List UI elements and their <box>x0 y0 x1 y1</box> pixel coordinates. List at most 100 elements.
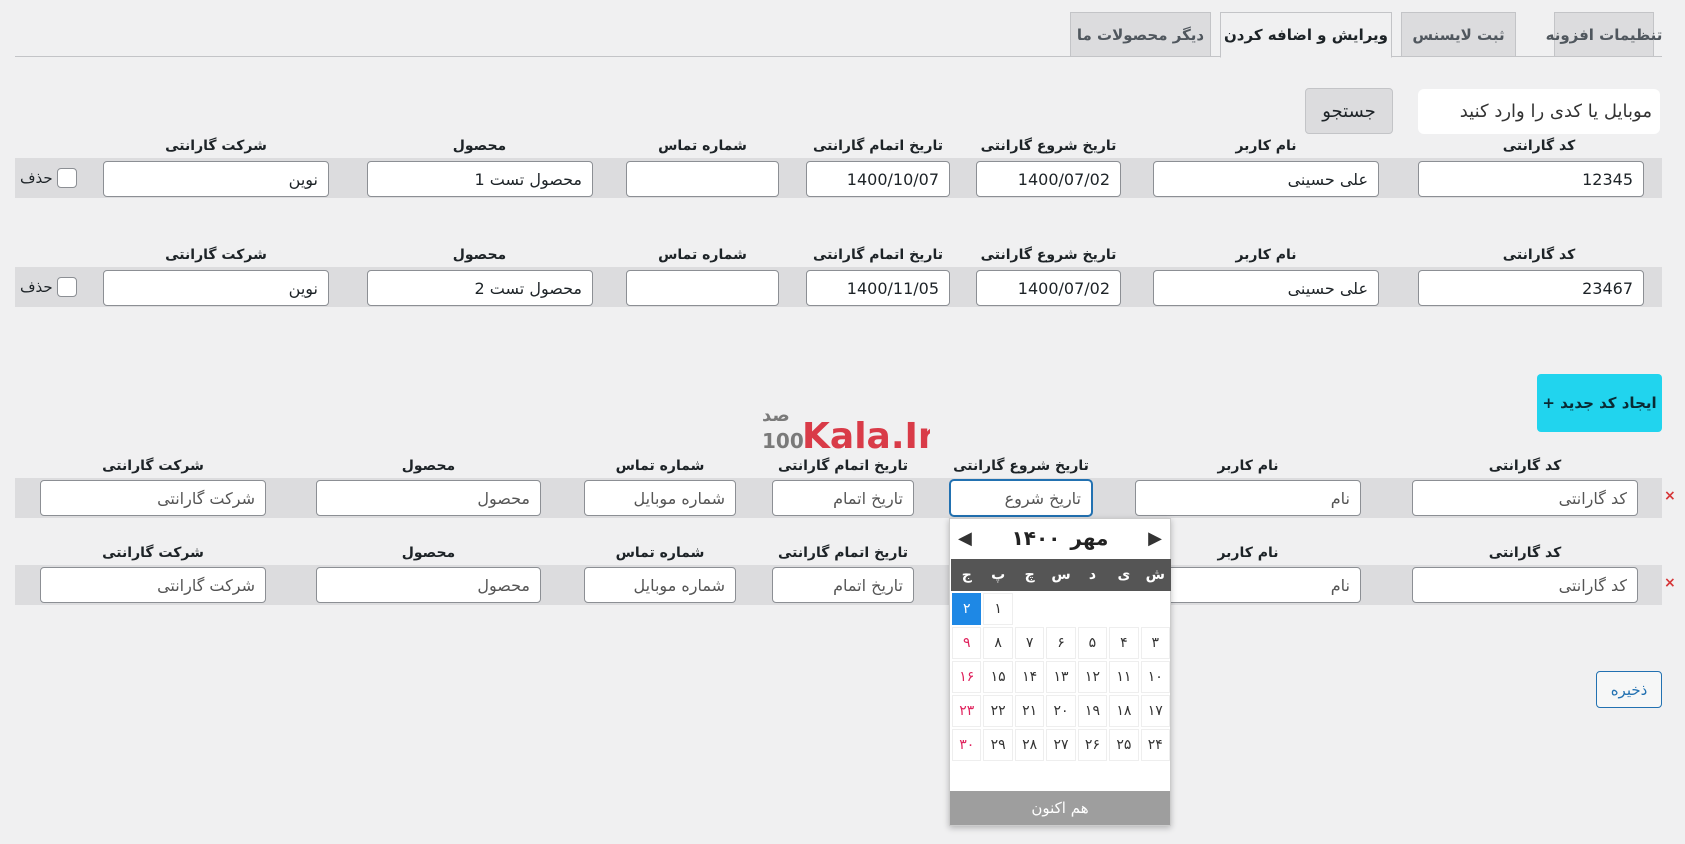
datepicker-year[interactable]: ۱۴۰۰ <box>1012 526 1061 550</box>
phone-field[interactable] <box>626 161 779 197</box>
product-field[interactable] <box>316 567 541 603</box>
end-date-field[interactable] <box>806 161 950 197</box>
day-cell[interactable]: ۸ <box>983 627 1013 659</box>
today-button[interactable]: هم اکنون <box>950 791 1170 825</box>
day-cell[interactable]: ۲۲ <box>983 695 1013 727</box>
end-date-field[interactable] <box>772 480 914 516</box>
day-cell[interactable]: ۱۱ <box>1109 661 1139 693</box>
search-input[interactable] <box>1418 89 1660 134</box>
tab-license[interactable]: ثبت لایسنس <box>1401 12 1516 57</box>
product-field[interactable] <box>367 270 593 306</box>
end-date-field[interactable] <box>772 567 914 603</box>
day-cell[interactable]: ۲۷ <box>1046 729 1076 761</box>
day-cell[interactable]: ۲۶ <box>1077 729 1108 761</box>
day-cell[interactable]: ۵ <box>1077 627 1108 659</box>
start-date-field[interactable] <box>976 161 1121 197</box>
start-date-field[interactable] <box>950 480 1092 516</box>
search-button[interactable]: جستجو <box>1305 88 1393 134</box>
day-cell[interactable]: ۱۹ <box>1077 695 1108 727</box>
day-cell[interactable]: ۳ <box>1140 627 1170 659</box>
header-phone: شماره تماس <box>615 545 705 561</box>
start-date-field[interactable] <box>976 270 1121 306</box>
weekday-label: پ <box>991 567 1006 583</box>
day-cell[interactable]: ۹ <box>952 627 982 659</box>
day-cell[interactable]: ۱۴ <box>1014 661 1045 693</box>
weekday-label: ج <box>961 567 972 583</box>
company-field[interactable] <box>40 480 266 516</box>
phone-field[interactable] <box>584 480 736 516</box>
header-product: محصول <box>401 545 456 561</box>
svg-text:صد: صد <box>762 405 790 426</box>
user-field[interactable] <box>1153 161 1379 197</box>
tab-edit-add[interactable]: ویرایش و اضافه کردن <box>1220 12 1392 58</box>
day-cell[interactable]: ۲۴ <box>1140 729 1170 761</box>
product-field[interactable] <box>316 480 541 516</box>
code-field[interactable] <box>1412 480 1638 516</box>
user-field[interactable] <box>1153 270 1379 306</box>
end-date-field[interactable] <box>806 270 950 306</box>
company-field[interactable] <box>40 567 266 603</box>
create-new-code-button[interactable]: ایجاد کد جدید + <box>1537 374 1662 432</box>
header-company: شرکت گارانتی <box>102 545 204 561</box>
company-field[interactable] <box>103 270 329 306</box>
logo-text: Kala.Ir <box>802 416 930 453</box>
header-phone: شماره تماس <box>658 138 747 154</box>
prev-month-icon[interactable]: ◀ <box>958 528 972 549</box>
day-cell[interactable]: ۱ <box>983 593 1013 625</box>
logo-prefix: 100 <box>762 429 804 453</box>
header-code: کد گارانتی <box>1502 138 1576 154</box>
remove-row-icon[interactable]: × <box>1664 575 1676 591</box>
header-user: نام کاربر <box>1235 247 1297 263</box>
day-cell[interactable]: ۱۲ <box>1077 661 1108 693</box>
remove-row-icon[interactable]: × <box>1664 488 1676 504</box>
day-cell[interactable]: ۱۵ <box>983 661 1013 693</box>
day-cell[interactable]: ۲۹ <box>983 729 1013 761</box>
empty-day-cell <box>1141 593 1170 625</box>
day-cell[interactable]: ۷ <box>1014 627 1045 659</box>
phone-field[interactable] <box>584 567 736 603</box>
next-month-icon[interactable]: ▶ <box>1148 528 1162 549</box>
empty-day-cell <box>1078 593 1107 625</box>
day-cell[interactable]: ۲۵ <box>1109 729 1139 761</box>
day-cell[interactable]: ۲۱ <box>1014 695 1045 727</box>
company-field[interactable] <box>103 161 329 197</box>
day-cell[interactable]: ۴ <box>1109 627 1139 659</box>
header-product: محصول <box>452 247 507 263</box>
delete-toggle[interactable]: حذف <box>20 277 77 297</box>
header-start: تاریخ شروع گارانتی <box>980 138 1117 154</box>
day-cell[interactable]: ۱۶ <box>952 661 982 693</box>
day-cell[interactable]: ۱۸ <box>1109 695 1139 727</box>
header-company: شرکت گارانتی <box>102 458 204 474</box>
save-button[interactable]: ذخیره <box>1596 671 1662 708</box>
weekday-header: شی د سچ پ ج <box>951 559 1171 591</box>
code-field[interactable] <box>1418 270 1644 306</box>
user-field[interactable] <box>1135 480 1361 516</box>
header-end: تاریخ اتمام گارانتی <box>777 458 909 474</box>
day-cell[interactable]: ۳۰ <box>952 729 982 761</box>
tab-plugin-settings[interactable]: تنظیمات افزونه <box>1546 12 1662 57</box>
header-code: کد گارانتی <box>1488 545 1562 561</box>
delete-checkbox[interactable] <box>56 168 77 188</box>
day-cell[interactable]: ۲ <box>952 593 982 625</box>
code-field[interactable] <box>1412 567 1638 603</box>
header-end: تاریخ اتمام گارانتی <box>812 138 944 154</box>
header-end: تاریخ اتمام گارانتی <box>812 247 944 263</box>
header-code: کد گارانتی <box>1502 247 1576 263</box>
phone-field[interactable] <box>626 270 779 306</box>
header-user: نام کاربر <box>1235 138 1297 154</box>
day-cell[interactable]: ۲۰ <box>1046 695 1076 727</box>
header-phone: شماره تماس <box>658 247 747 263</box>
day-cell[interactable]: ۱۰ <box>1140 661 1170 693</box>
day-cell[interactable]: ۱۳ <box>1046 661 1076 693</box>
day-cell[interactable]: ۱۷ <box>1140 695 1170 727</box>
day-cell[interactable]: ۶ <box>1046 627 1076 659</box>
datepicker-month[interactable]: مهر <box>1070 526 1108 550</box>
day-cell[interactable]: ۲۳ <box>952 695 982 727</box>
day-grid: ۱ ۲ ۳ ۴ ۵ ۶ ۷ ۸ ۹ ۱۰ ۱۱ ۱۲ ۱۳ ۱۴ ۱۵ ۱۶ ۱۷ ۱۸ ۱۹ ۲۰ ۲۱ ۲۲ ۲۳ ۲۴ ۲… <box>951 592 1171 762</box>
day-cell[interactable]: ۲۸ <box>1014 729 1045 761</box>
delete-checkbox[interactable] <box>56 277 77 297</box>
code-field[interactable] <box>1418 161 1644 197</box>
product-field[interactable] <box>367 161 593 197</box>
tab-other-products[interactable]: دیگر محصولات ما <box>1070 12 1211 57</box>
delete-toggle[interactable]: حذف <box>20 168 77 188</box>
